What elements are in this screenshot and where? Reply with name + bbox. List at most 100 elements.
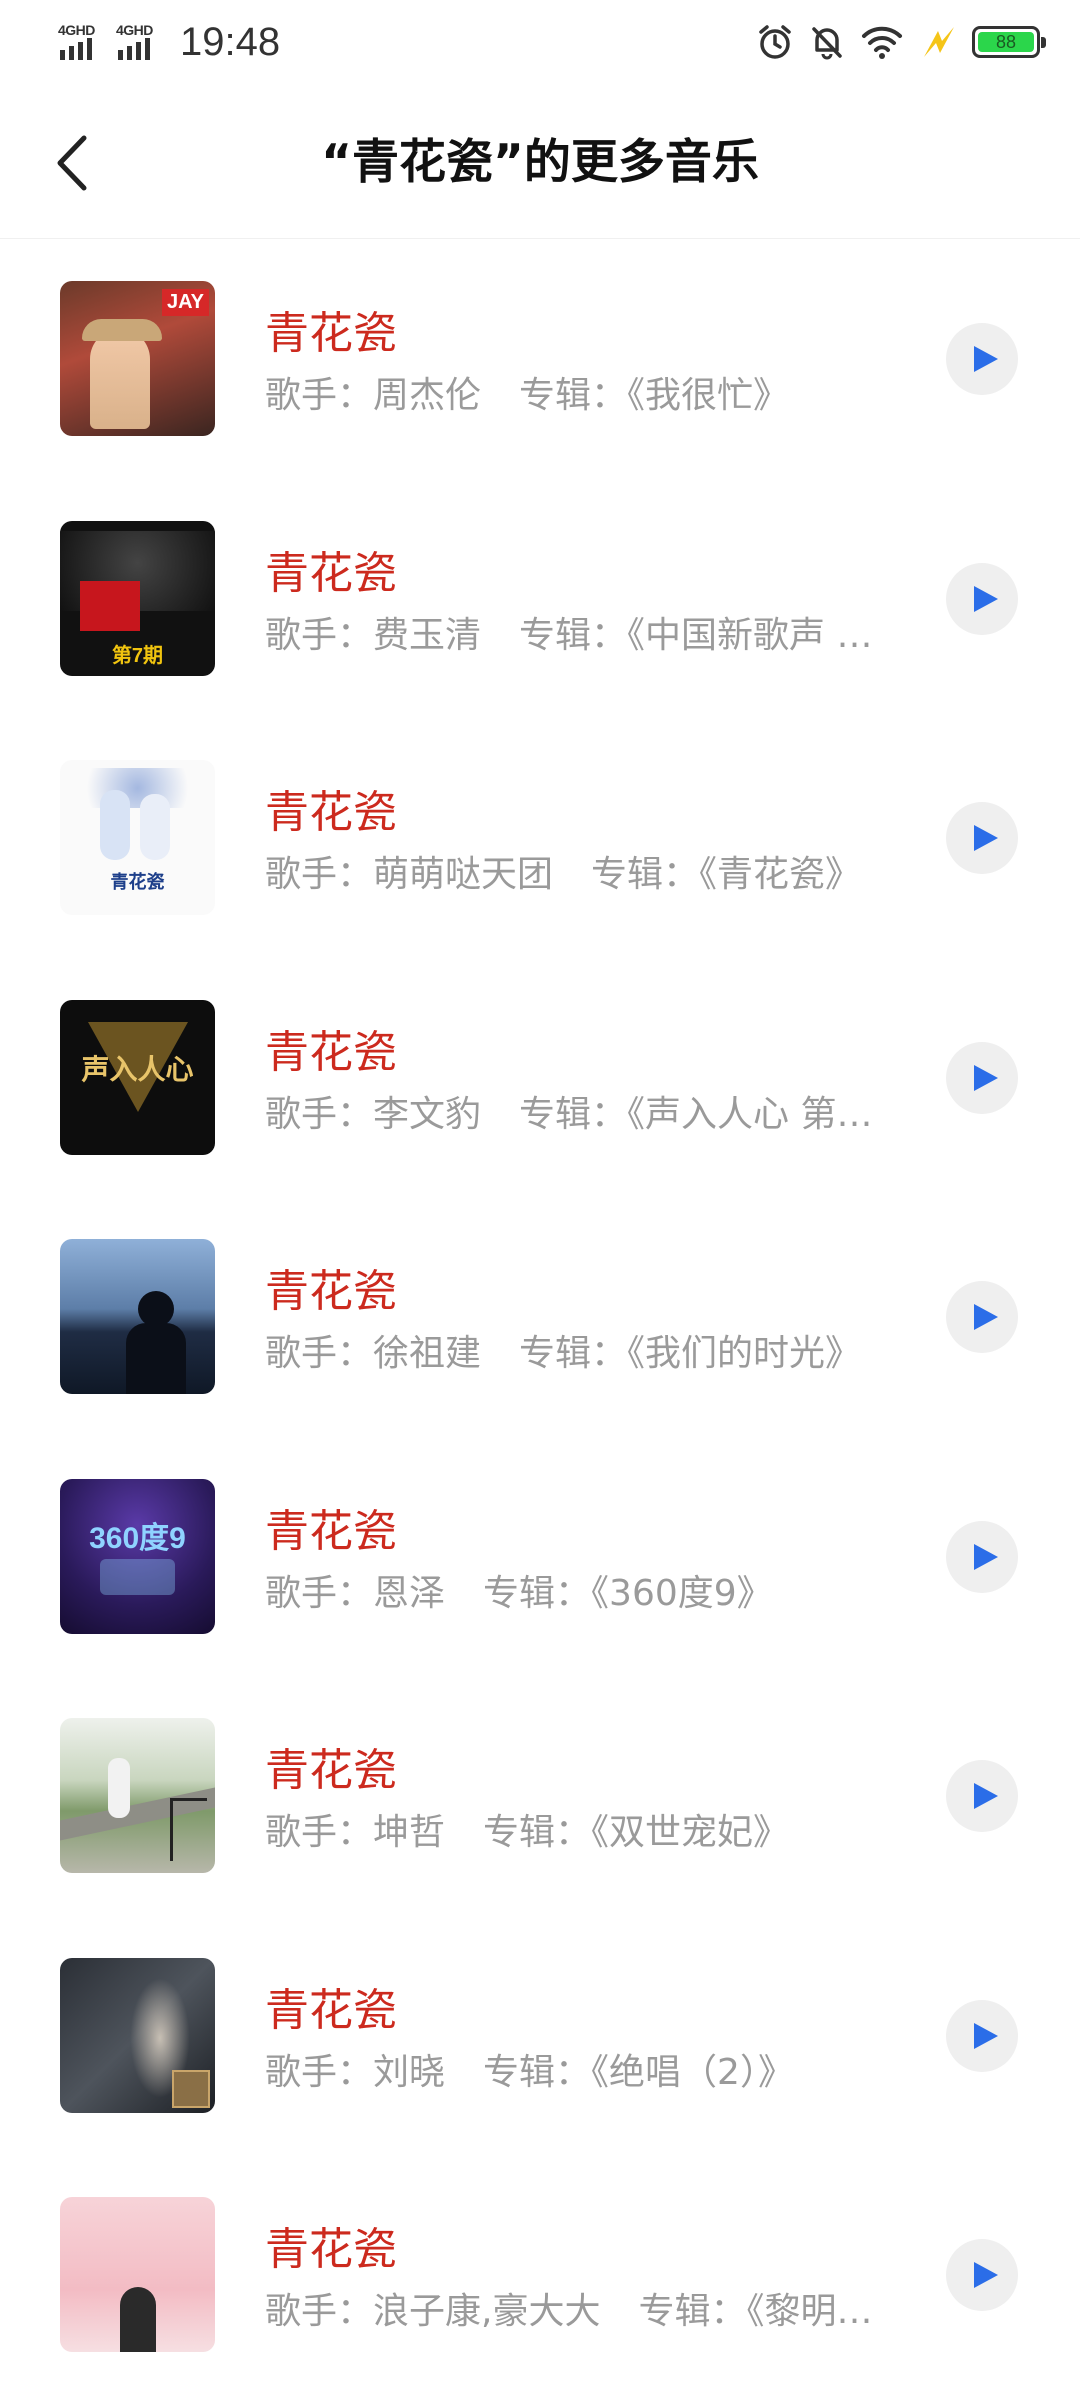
song-meta: 歌手：坤哲 专辑：《双世宠妃》: [265, 1808, 885, 1858]
song-item[interactable]: 青花瓷 歌手：刘晓 专辑：《绝唱（2）》: [0, 1916, 1080, 2156]
singer-name: 刘晓: [373, 2051, 446, 2093]
play-button[interactable]: [946, 1760, 1018, 1832]
song-meta: 歌手：费玉清专辑：《中国新歌声 第7期》: [265, 611, 885, 661]
singer-name: 徐祖建: [373, 1333, 482, 1374]
album-name: 《360度9》: [591, 1572, 773, 1614]
play-icon: [974, 1304, 998, 1330]
song-item[interactable]: 第7期 青花瓷 歌手：费玉清专辑：《中国新歌声 第7期》: [0, 479, 1080, 719]
cover-label: 360度9: [89, 1521, 186, 1555]
album-cover: 360度9: [60, 1478, 215, 1634]
play-icon: [974, 825, 998, 851]
song-title: 青花瓷: [265, 1026, 397, 1078]
battery-icon: 88: [972, 26, 1046, 58]
song-title: 青花瓷: [265, 1984, 397, 2036]
singer-name: 恩泽: [373, 1572, 446, 1614]
album-name: 《黎明前的黑暗》: [746, 2291, 885, 2332]
singer-name: 费玉清: [373, 614, 482, 656]
singer-name: 李文豹: [373, 1093, 482, 1135]
play-button[interactable]: [946, 1281, 1018, 1353]
play-button[interactable]: [946, 562, 1018, 635]
play-icon: [974, 2022, 998, 2049]
album-name: 《声入人心 第2期》: [627, 1093, 885, 1135]
album-prefix: 专辑：: [483, 2051, 592, 2093]
song-meta: 歌手：徐祖建 专辑：《我们的时光》: [265, 1329, 885, 1379]
song-item[interactable]: JAY 青花瓷 歌手：周杰伦 专辑：《我很忙》: [0, 239, 1080, 479]
play-button[interactable]: [946, 323, 1018, 395]
song-item[interactable]: 360度9 青花瓷 歌手：恩泽 专辑：《360度9》: [0, 1437, 1080, 1677]
status-bar: 4GHD 4GHD 19:48 88: [0, 0, 1080, 84]
status-right: 88: [756, 18, 1046, 66]
play-button[interactable]: [946, 1520, 1018, 1593]
cover-label: 青花瓷: [110, 872, 165, 892]
page-title: “青花瓷”的更多音乐: [321, 135, 759, 190]
cover-label: JAY: [162, 289, 209, 316]
song-meta: 歌手：刘晓 专辑：《绝唱（2）》: [265, 2048, 885, 2098]
singer-prefix: 歌手：: [265, 854, 374, 895]
network-type-1: 4GHD: [58, 22, 95, 38]
play-icon: [974, 346, 998, 372]
album-cover: [60, 1239, 215, 1394]
album-cover: [60, 1957, 215, 2113]
signal-icon-2: 4GHD: [116, 22, 164, 62]
album-name: 《我很忙》: [627, 375, 790, 416]
charging-icon: [918, 23, 958, 61]
singer-prefix: 歌手：: [265, 375, 374, 416]
album-name: 《中国新歌声 第7期》: [627, 614, 885, 656]
song-title: 青花瓷: [265, 787, 397, 838]
song-item[interactable]: 青花瓷 歌手：浪子康,豪大大专辑：《黎明前的黑暗》: [0, 2155, 1080, 2395]
album-cover: 第7期: [60, 520, 215, 676]
song-meta: 歌手：周杰伦 专辑：《我很忙》: [265, 371, 885, 421]
song-item[interactable]: 青花瓷 歌手：徐祖建 专辑：《我们的时光》: [0, 1197, 1080, 1437]
header: “青花瓷”的更多音乐: [0, 84, 1080, 239]
song-meta: 歌手：浪子康,豪大大专辑：《黎明前的黑暗》: [265, 2287, 885, 2337]
album-prefix: 专辑：: [483, 1812, 592, 1853]
album-name: 《青花瓷》: [699, 854, 862, 895]
play-icon: [974, 1783, 998, 1809]
signal-icon: 4GHD: [58, 22, 106, 62]
singer-prefix: 歌手：: [265, 1812, 374, 1853]
singer-prefix: 歌手：: [265, 614, 374, 656]
alarm-icon: [756, 23, 794, 61]
album-cover: 青花瓷: [60, 760, 215, 915]
song-title: 青花瓷: [265, 308, 397, 359]
album-cover: JAY: [60, 281, 215, 436]
album-name: 《绝唱（2）》: [591, 2051, 794, 2093]
album-name: 《我们的时光》: [627, 1333, 862, 1374]
play-icon: [974, 585, 998, 612]
album-prefix: 专辑：: [519, 1093, 628, 1135]
status-time: 19:48: [180, 19, 281, 64]
album-cover: 声入人心: [60, 999, 215, 1155]
song-title: 青花瓷: [265, 2224, 397, 2275]
song-title: 青花瓷: [265, 547, 397, 599]
song-title: 青花瓷: [265, 1505, 397, 1557]
song-item[interactable]: 青花瓷 歌手：坤哲 专辑：《双世宠妃》: [0, 1676, 1080, 1916]
status-left: 4GHD 4GHD 19:48: [58, 16, 280, 68]
cover-label: 第7期: [111, 644, 164, 667]
song-item[interactable]: 青花瓷 青花瓷 歌手：萌萌哒天团 专辑：《青花瓷》: [0, 718, 1080, 958]
play-button[interactable]: [946, 1999, 1018, 2072]
wifi-icon: [860, 23, 904, 61]
song-meta: 歌手：李文豹专辑：《声入人心 第2期》: [265, 1090, 885, 1140]
play-icon: [974, 2262, 998, 2288]
album-prefix: 专辑：: [519, 1333, 628, 1374]
song-item[interactable]: 声入人心 青花瓷 歌手：李文豹专辑：《声入人心 第2期》: [0, 958, 1080, 1198]
singer-prefix: 歌手：: [265, 2051, 374, 2093]
song-list: JAY 青花瓷 歌手：周杰伦 专辑：《我很忙》 第7期 青花瓷 歌手：费玉清 专辑：…: [0, 239, 1080, 2395]
network-type-2: 4GHD: [116, 22, 153, 38]
singer-prefix: 歌手：: [265, 1333, 374, 1374]
album-prefix: 专辑：: [638, 2291, 747, 2332]
singer-prefix: 歌手：: [265, 1093, 374, 1135]
mute-icon: [808, 23, 846, 61]
singer-name: 浪子康,豪大大: [373, 2291, 601, 2332]
singer-name: 坤哲: [373, 1812, 446, 1853]
play-icon: [974, 1064, 998, 1091]
play-button[interactable]: [946, 2239, 1018, 2311]
play-button[interactable]: [946, 802, 1018, 874]
album-cover: [60, 1718, 215, 1873]
singer-prefix: 歌手：: [265, 1572, 374, 1614]
album-prefix: 专辑：: [519, 614, 628, 656]
album-prefix: 专辑：: [483, 1572, 592, 1614]
play-button[interactable]: [946, 1041, 1018, 1114]
song-title: 青花瓷: [265, 1745, 397, 1796]
cover-label: 声入人心: [81, 1053, 194, 1085]
